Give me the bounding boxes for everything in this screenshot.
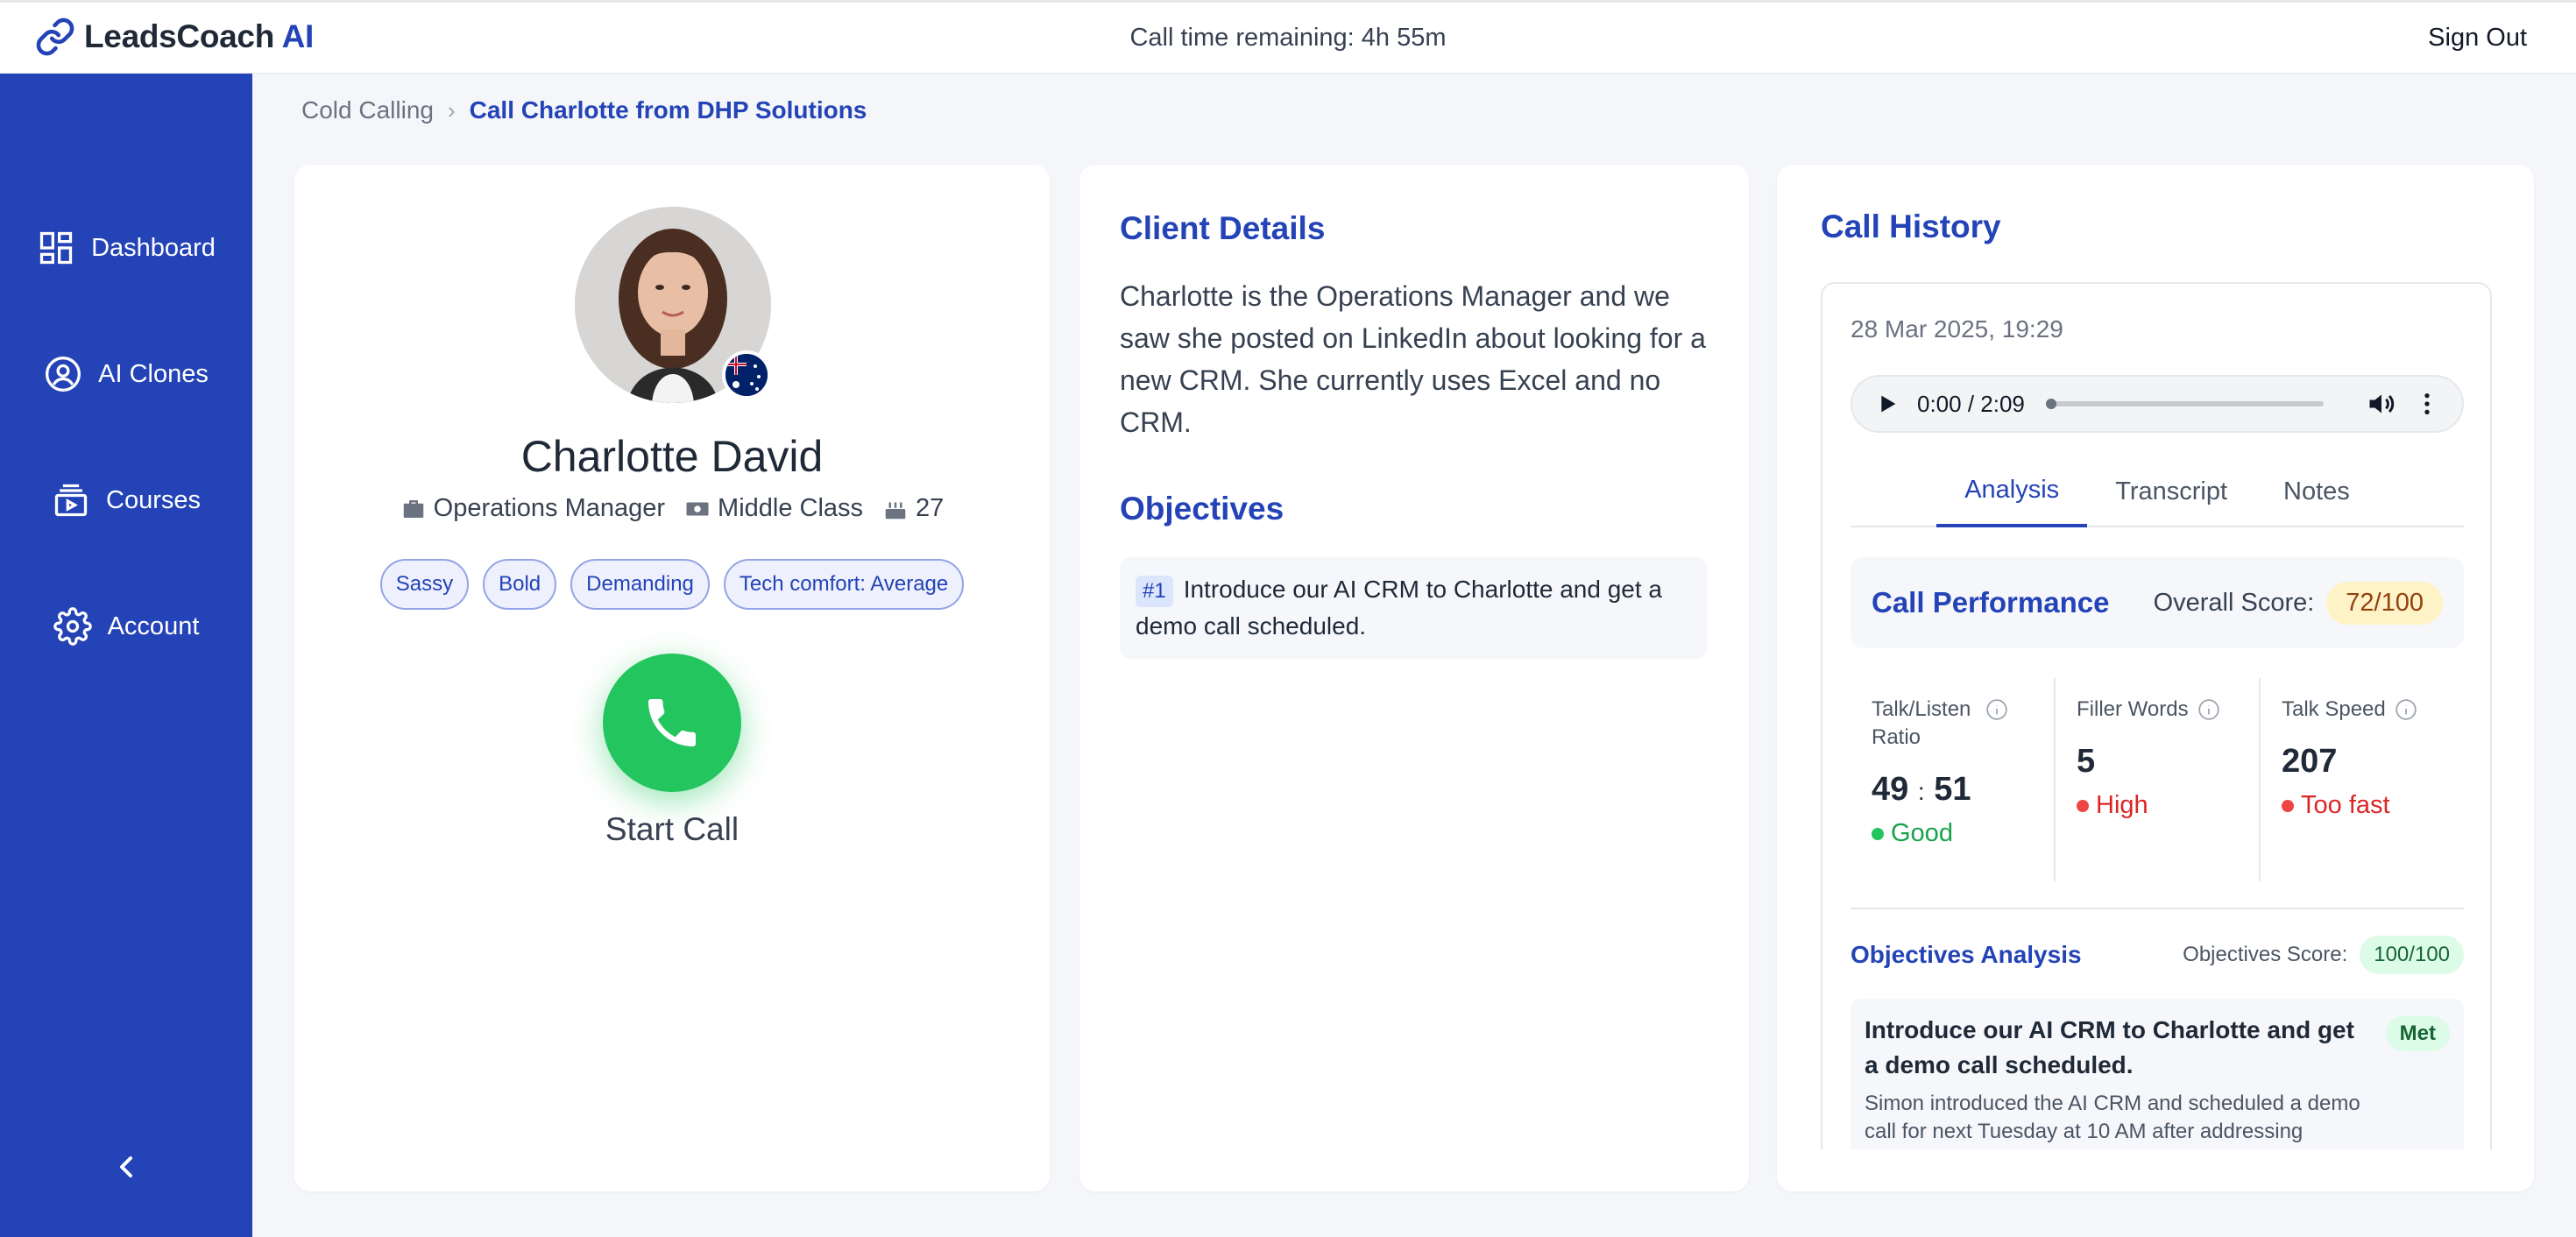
met-badge: Met xyxy=(2385,1016,2450,1051)
gear-icon xyxy=(53,607,92,646)
objective-analysis-title: Introduce our AI CRM to Charlotte and ge… xyxy=(1865,1016,2354,1078)
start-call-button[interactable] xyxy=(603,654,741,792)
start-call-label[interactable]: Start Call xyxy=(294,811,1050,848)
metric-status: Too fast xyxy=(2282,791,2443,820)
metric-label: Talk Speed xyxy=(2282,696,2443,724)
overall-score-badge: 72/100 xyxy=(2326,581,2443,625)
metric-value: 207 xyxy=(2282,743,2338,780)
sidebar-item-label: Account xyxy=(107,611,200,640)
brand-logo[interactable]: LeadsCoach AI xyxy=(35,17,314,57)
briefcase-icon xyxy=(403,499,423,518)
call-time-remaining: Call time remaining: 4h 55m xyxy=(1129,24,1447,52)
tab-notes[interactable]: Notes xyxy=(2255,456,2378,527)
audio-time: 0:00 / 2:09 xyxy=(1917,390,2025,417)
top-bar: LeadsCoach AI Call time remaining: 4h 55… xyxy=(0,0,2576,74)
tab-transcript[interactable]: Transcript xyxy=(2087,456,2255,527)
personality-tags: Sassy Bold Demanding Tech comfort: Avera… xyxy=(294,559,1050,610)
tag: Bold xyxy=(483,559,557,610)
objectives-score: Objectives Score: 100/100 xyxy=(2183,936,2464,974)
sidebar-item-label: Courses xyxy=(106,485,201,514)
role-label: Operations Manager xyxy=(433,494,666,522)
tag: Sassy xyxy=(379,559,470,610)
objectives-score-badge: 100/100 xyxy=(2360,936,2464,974)
overall-score-label: Overall Score: xyxy=(2153,588,2315,617)
metric-talk-listen: Talk/Listen Ratio 49 : 51 Good xyxy=(1851,678,2056,881)
call-history-title: Call History xyxy=(1821,209,2001,244)
client-description: Charlotte is the Operations Manager and … xyxy=(1120,280,1706,438)
class-meta: Middle Class xyxy=(684,494,863,523)
brand-name: LeadsCoach AI xyxy=(84,18,315,54)
metric-label: Talk/Listen Ratio xyxy=(1872,696,2033,752)
user-circle-icon xyxy=(46,357,81,392)
objectives-title: Objectives xyxy=(1120,491,1284,527)
tab-analysis[interactable]: Analysis xyxy=(1936,456,2088,527)
money-icon xyxy=(686,502,709,515)
history-card-footer xyxy=(1777,1149,2534,1191)
role-meta: Operations Manager xyxy=(400,494,665,523)
status-dot xyxy=(2077,799,2089,812)
link-icon xyxy=(36,18,74,56)
tag: Tech comfort: Average xyxy=(723,559,965,610)
metrics-row: Talk/Listen Ratio 49 : 51 Good Filler Wo… xyxy=(1851,678,2464,881)
overall-score: Overall Score: 72/100 xyxy=(2153,581,2443,625)
audio-progress-track[interactable] xyxy=(2045,399,2324,409)
australia-flag-icon xyxy=(722,350,771,399)
sidebar-item-dashboard[interactable]: Dashboard xyxy=(0,217,252,279)
sidebar-item-label: Dashboard xyxy=(91,233,216,262)
status-dot xyxy=(2282,799,2294,812)
metric-status: Good xyxy=(1872,819,2033,848)
courses-icon xyxy=(54,484,88,517)
objectives-analysis-title: Objectives Analysis xyxy=(1851,941,2082,968)
profile-meta: Operations Manager Middle Class 27 xyxy=(294,494,1050,523)
dashboard-icon xyxy=(39,231,73,265)
age-meta: 27 xyxy=(882,494,944,523)
objective-text: Introduce our AI CRM to Charlotte and ge… xyxy=(1136,576,1663,640)
info-icon[interactable] xyxy=(2395,698,2417,721)
sidebar-item-account[interactable]: Account xyxy=(0,596,252,657)
breadcrumb-separator: › xyxy=(447,96,456,124)
chevron-left-icon[interactable] xyxy=(109,1149,144,1184)
breadcrumb-parent[interactable]: Cold Calling xyxy=(301,96,434,124)
breadcrumb-current: Call Charlotte from DHP Solutions xyxy=(469,96,867,124)
phone-icon xyxy=(648,699,696,746)
status-dot xyxy=(1872,827,1884,840)
sign-out-button[interactable]: Sign Out xyxy=(2428,24,2527,53)
objectives-score-label: Objectives Score: xyxy=(2183,943,2348,966)
play-icon[interactable] xyxy=(1873,390,1901,418)
objective-item: #1 Introduce our AI CRM to Charlotte and … xyxy=(1120,557,1707,659)
profile-name: Charlotte David xyxy=(520,432,824,481)
divider xyxy=(1851,908,2464,909)
info-icon[interactable] xyxy=(1985,698,2008,721)
metric-value: 5 xyxy=(2077,743,2096,780)
tag: Demanding xyxy=(570,559,710,610)
sidebar-item-ai-clones[interactable]: AI Clones xyxy=(0,343,252,405)
breadcrumb: Cold Calling › Call Charlotte from DHP S… xyxy=(301,96,867,124)
objective-number: #1 xyxy=(1136,576,1173,607)
objectives-analysis-header: Objectives Analysis Objectives Score: 10… xyxy=(1851,929,2464,981)
age-label: 27 xyxy=(916,494,945,522)
call-performance-title: Call Performance xyxy=(1872,586,2110,618)
sidebar: Dashboard AI Clones Courses Account xyxy=(0,74,252,1237)
call-date: 28 Mar 2025, 19:29 xyxy=(1851,315,2063,343)
volume-icon[interactable] xyxy=(2366,388,2397,420)
metric-status: High xyxy=(2077,791,2238,820)
call-history-card: Call History 28 Mar 2025, 19:29 0:00 / 2… xyxy=(1777,165,2534,1191)
history-tabs: Analysis Transcript Notes xyxy=(1851,456,2464,527)
more-options-icon[interactable] xyxy=(2413,390,2441,418)
metric-filler-words: Filler Words 5 High xyxy=(2056,678,2261,881)
metric-label: Filler Words xyxy=(2077,696,2238,724)
call-record: 28 Mar 2025, 19:29 0:00 / 2:09 Analysis … xyxy=(1821,282,2492,1191)
client-details-card: Client Details Charlotte is the Operatio… xyxy=(1079,165,1749,1191)
call-performance-panel: Call Performance Overall Score: 72/100 xyxy=(1851,557,2464,648)
profile-card: Charlotte David Operations Manager Middl… xyxy=(294,165,1050,1191)
audio-player: 0:00 / 2:09 xyxy=(1851,375,2464,433)
cake-icon xyxy=(885,502,906,519)
metric-talk-speed: Talk Speed 207 Too fast xyxy=(2261,678,2464,881)
client-details-title: Client Details xyxy=(1120,210,1326,246)
class-label: Middle Class xyxy=(718,494,864,522)
sidebar-item-courses[interactable]: Courses xyxy=(0,470,252,531)
metric-value: 49 : 51 xyxy=(1872,771,1971,808)
sidebar-item-label: AI Clones xyxy=(98,359,209,388)
info-icon[interactable] xyxy=(2197,698,2220,721)
